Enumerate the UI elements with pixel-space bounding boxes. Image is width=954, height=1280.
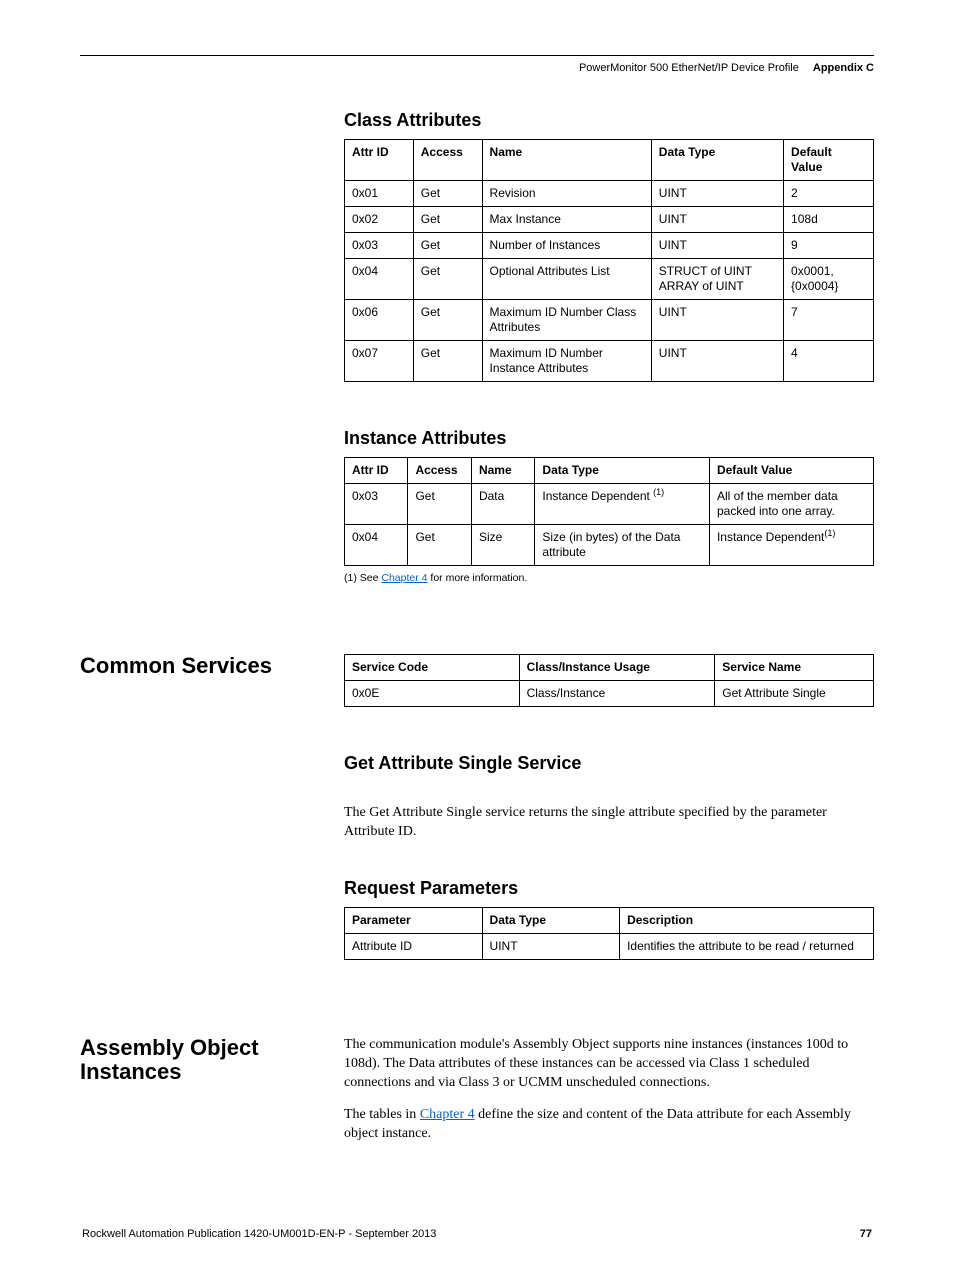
col-header: Attr ID	[345, 458, 408, 484]
cell-with-footnote: Instance Dependent (1)	[535, 484, 710, 525]
table-row: 0x0E Class/Instance Get Attribute Single	[345, 681, 874, 707]
col-header: Default Value	[784, 140, 874, 181]
table-header-row: Attr ID Access Name Data Type Default Va…	[345, 140, 874, 181]
instance-attributes-heading: Instance Attributes	[344, 428, 874, 449]
table-header-row: Attr ID Access Name Data Type Default Va…	[345, 458, 874, 484]
request-parameters-table: Parameter Data Type Description Attribut…	[344, 907, 874, 960]
doc-title: PowerMonitor 500 EtherNet/IP Device Prof…	[579, 62, 799, 74]
chapter-4-link[interactable]: Chapter 4	[381, 572, 427, 584]
col-header: Data Type	[651, 140, 783, 181]
table-row: 0x04 Get Size Size (in bytes) of the Dat…	[345, 525, 874, 566]
table-footnote: (1) See Chapter 4 for more information.	[344, 572, 874, 584]
col-header: Access	[413, 140, 482, 181]
table-header-row: Service Code Class/Instance Usage Servic…	[345, 655, 874, 681]
col-header: Default Value	[709, 458, 873, 484]
col-header: Class/Instance Usage	[519, 655, 715, 681]
common-services-table: Service Code Class/Instance Usage Servic…	[344, 654, 874, 707]
table-row: 0x01GetRevisionUINT2	[345, 181, 874, 207]
page-number: 77	[860, 1228, 872, 1240]
assembly-body-2: The tables in Chapter 4 define the size …	[344, 1106, 874, 1144]
get-attribute-single-body: The Get Attribute Single service returns…	[344, 804, 874, 842]
col-header: Service Code	[345, 655, 520, 681]
table-row: 0x07GetMaximum ID Number Instance Attrib…	[345, 341, 874, 382]
class-attributes-heading: Class Attributes	[344, 110, 874, 131]
get-attribute-single-heading: Get Attribute Single Service	[344, 753, 874, 774]
col-header: Name	[482, 140, 651, 181]
col-header: Access	[408, 458, 471, 484]
table-header-row: Parameter Data Type Description	[345, 907, 874, 933]
common-services-section: Common Services Service Code Class/Insta…	[80, 654, 874, 713]
publication-info: Rockwell Automation Publication 1420-UM0…	[82, 1228, 436, 1240]
running-header: PowerMonitor 500 EtherNet/IP Device Prof…	[80, 62, 874, 74]
col-header: Name	[471, 458, 534, 484]
chapter-label: Appendix C	[813, 62, 874, 74]
table-row: 0x03 Get Data Instance Dependent (1) All…	[345, 484, 874, 525]
col-header: Service Name	[715, 655, 874, 681]
request-parameters-heading: Request Parameters	[344, 878, 874, 899]
col-header: Description	[620, 907, 874, 933]
col-header: Attr ID	[345, 140, 414, 181]
header-rule	[80, 55, 874, 56]
table-row: 0x03GetNumber of InstancesUINT9	[345, 233, 874, 259]
col-header: Parameter	[345, 907, 483, 933]
table-row: 0x02GetMax InstanceUINT108d	[345, 207, 874, 233]
col-header: Data Type	[482, 907, 620, 933]
table-row: 0x06GetMaximum ID Number Class Attribute…	[345, 300, 874, 341]
col-header: Data Type	[535, 458, 710, 484]
instance-attributes-section: Instance Attributes Attr ID Access Name …	[80, 428, 874, 584]
common-services-heading: Common Services	[80, 654, 328, 678]
assembly-object-instances-heading: Assembly Object Instances	[80, 1036, 328, 1084]
request-parameters-section: Request Parameters Parameter Data Type D…	[80, 878, 874, 966]
assembly-body-1: The communication module's Assembly Obje…	[344, 1036, 874, 1093]
chapter-4-link[interactable]: Chapter 4	[420, 1107, 475, 1122]
table-row: Attribute ID UINT Identifies the attribu…	[345, 933, 874, 959]
class-attributes-section: Class Attributes Attr ID Access Name Dat…	[80, 110, 874, 388]
instance-attributes-table: Attr ID Access Name Data Type Default Va…	[344, 457, 874, 566]
assembly-object-instances-section: Assembly Object Instances The communicat…	[80, 1036, 874, 1158]
get-attribute-single-section: Get Attribute Single Service The Get Att…	[80, 753, 874, 856]
page-footer: Rockwell Automation Publication 1420-UM0…	[80, 1228, 874, 1240]
cell-with-footnote: Instance Dependent(1)	[709, 525, 873, 566]
class-attributes-table: Attr ID Access Name Data Type Default Va…	[344, 139, 874, 382]
page: PowerMonitor 500 EtherNet/IP Device Prof…	[0, 0, 954, 1280]
table-row: 0x04GetOptional Attributes ListSTRUCT of…	[345, 259, 874, 300]
